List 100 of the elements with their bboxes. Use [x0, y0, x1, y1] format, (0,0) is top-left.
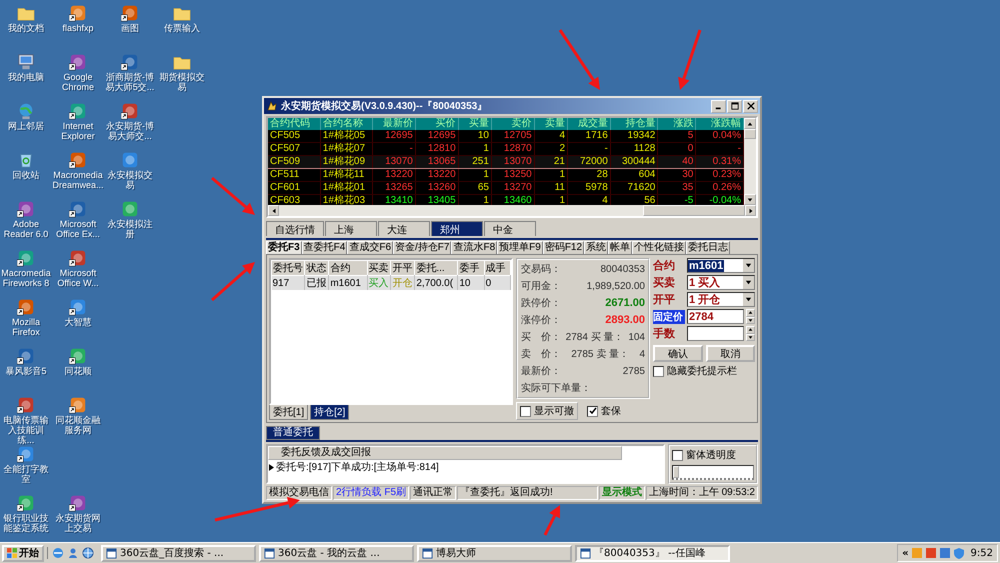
desktop-icon-label[interactable]: 全能打字教室 — [0, 464, 52, 484]
taskbar-button[interactable]: 360云盘 - 我的云盘 ... — [259, 544, 414, 562]
desktop-icon-label[interactable]: 永安模拟注册 — [104, 219, 156, 239]
desktop-icon-label[interactable]: Macromedia Fireworks 8 — [0, 268, 52, 288]
caret-icon[interactable] — [742, 259, 754, 272]
function-tab[interactable]: 资金/持仓F7 — [393, 241, 452, 254]
taskbar-button[interactable]: 『80040353』 --任国峰 — [575, 544, 730, 562]
desktop-icon-label[interactable]: Internet Explorer — [52, 121, 104, 141]
app-icon[interactable] — [69, 298, 87, 316]
column-header[interactable]: 合约名称 — [320, 118, 373, 130]
column-header[interactable]: 买卖 — [367, 260, 391, 276]
function-tab[interactable]: 帐单 — [608, 241, 632, 254]
column-header[interactable]: 成手 — [484, 260, 510, 276]
desktop-icon-label[interactable]: Adobe Reader 6.0 — [0, 219, 52, 239]
function-tab[interactable]: 查成交F6 — [347, 241, 394, 254]
desktop-icon-label[interactable]: flashfxp — [52, 23, 104, 33]
column-header[interactable]: 涨跌幅 — [696, 118, 744, 130]
browser-icon[interactable] — [52, 547, 64, 559]
scroll-left-icon[interactable] — [270, 208, 276, 214]
desktop-icon-label[interactable]: 我的文档 — [0, 23, 52, 33]
scroll-up-icon[interactable] — [747, 120, 753, 126]
app-icon[interactable] — [121, 102, 139, 120]
minimize-button[interactable] — [711, 100, 726, 112]
person-icon[interactable] — [67, 547, 79, 559]
dropdown[interactable]: m1601 — [687, 258, 755, 273]
column-header[interactable]: 卖量 — [534, 118, 568, 130]
function-tab[interactable]: 系统 — [584, 241, 608, 254]
scroll-thumb[interactable] — [643, 205, 745, 216]
app-icon[interactable] — [69, 249, 87, 267]
app-icon[interactable] — [121, 53, 139, 71]
column-header[interactable]: 买价 — [415, 118, 458, 130]
column-header[interactable]: 合约 — [328, 260, 368, 276]
app-icon[interactable] — [17, 200, 35, 218]
list-tab[interactable]: 持仓[2] — [310, 405, 350, 420]
desktop-icon-label[interactable]: Mozilla Firefox — [0, 317, 52, 337]
desktop-icon-label[interactable]: 暴风影音5 — [0, 366, 52, 376]
app-icon[interactable] — [17, 249, 35, 267]
function-tab[interactable]: 查流水F8 — [451, 241, 498, 254]
function-tab[interactable]: 委托F3 — [266, 241, 302, 254]
function-tab[interactable]: 查委托F4 — [302, 241, 348, 254]
globe-icon[interactable] — [82, 547, 94, 559]
computer-icon[interactable] — [17, 53, 35, 71]
desktop-icon-label[interactable]: 银行职业技能鉴定系统 — [0, 513, 52, 533]
tray-expand-button[interactable]: « — [902, 548, 909, 558]
spin-buttons[interactable] — [746, 326, 755, 341]
app-icon[interactable] — [17, 494, 35, 512]
tray-app-icon[interactable] — [924, 547, 937, 559]
form-button[interactable]: 确认 — [653, 345, 702, 362]
app-icon[interactable] — [69, 396, 87, 414]
checkbox-label[interactable]: 窗体透明度 — [686, 448, 736, 462]
desktop-icon-label[interactable]: 期货模拟交易 — [156, 72, 208, 92]
scroll-down-icon[interactable] — [747, 196, 753, 202]
message-tab[interactable]: 普通委托 — [266, 426, 320, 440]
desktop-icon-label[interactable]: 网上邻居 — [0, 121, 52, 131]
bin-icon[interactable] — [17, 151, 35, 169]
quote-row[interactable]: CF601 1#棉花01 13265 13260 65 13270 11 5978 71620 35 0.26% — [268, 182, 744, 194]
column-header[interactable]: 状态 — [304, 260, 329, 276]
desktop-icon-label[interactable]: 浙商期货-博易大师5交... — [104, 72, 156, 92]
input-field[interactable]: 2784 — [687, 309, 744, 324]
quote-row[interactable]: CF505 1#棉花05 12695 12695 10 12705 4 1716 19342 5 0.04% — [268, 130, 744, 142]
quote-row[interactable]: CF509 1#棉花09 13070 13065 251 13070 21 72000 300444 40 0.31% — [268, 156, 744, 168]
app-icon[interactable] — [69, 151, 87, 169]
column-header[interactable]: 合约代码 — [268, 118, 320, 130]
exchange-tab[interactable]: 自选行情 — [266, 221, 324, 236]
function-tab[interactable]: 预埋单F9 — [497, 241, 543, 254]
column-header[interactable]: 持仓量 — [610, 118, 658, 130]
input-field[interactable] — [687, 326, 744, 341]
column-header[interactable]: 买量 — [458, 118, 492, 130]
quote-row[interactable]: CF511 1#棉花11 13220 13220 1 13250 1 28 604 30 0.23% — [268, 168, 744, 182]
desktop-icon-label[interactable]: Macromedia Dreamwea... — [52, 170, 104, 190]
column-header[interactable]: 委托号 — [272, 260, 305, 276]
column-header[interactable]: 卖价 — [491, 118, 534, 130]
app-icon[interactable] — [17, 396, 35, 414]
function-tab[interactable]: 密码F12 — [542, 241, 584, 254]
app-icon[interactable] — [69, 53, 87, 71]
form-button[interactable]: 取消 — [706, 345, 755, 362]
column-header[interactable]: 涨跌 — [658, 118, 696, 130]
app-icon[interactable] — [69, 347, 87, 365]
caret-icon[interactable] — [742, 293, 754, 306]
scroll-right-icon[interactable] — [748, 208, 754, 214]
maximize-button[interactable] — [727, 100, 742, 112]
checkbox-label[interactable]: 隐藏委托提示栏 — [667, 364, 737, 378]
spin-buttons[interactable] — [746, 309, 755, 324]
desktop-icon-label[interactable]: Microsoft Office Ex... — [52, 219, 104, 239]
desktop-icon-label[interactable]: 同花顺金融服务网 — [52, 415, 104, 435]
app-icon[interactable] — [69, 200, 87, 218]
checkbox[interactable] — [587, 406, 598, 416]
app-icon[interactable] — [17, 298, 35, 316]
desktop-icon-label[interactable]: Google Chrome — [52, 72, 104, 92]
vertical-scrollbar[interactable] — [744, 118, 756, 205]
desktop-icon-label[interactable]: 我的电脑 — [0, 72, 52, 82]
taskbar-button[interactable]: 博易大师 — [417, 544, 572, 562]
list-tab[interactable]: 委托[1] — [269, 405, 308, 420]
taskbar-button[interactable]: 360云盘_百度搜索 - ... — [101, 544, 256, 562]
checkbox[interactable] — [672, 450, 683, 460]
caret-icon[interactable] — [742, 276, 754, 289]
desktop-icon-label[interactable]: 大智慧 — [52, 317, 104, 327]
column-header[interactable]: 开平 — [390, 260, 415, 276]
function-tab[interactable]: 个性化链接 — [632, 241, 686, 254]
desktop-icon-label[interactable]: Microsoft Office W... — [52, 268, 104, 288]
